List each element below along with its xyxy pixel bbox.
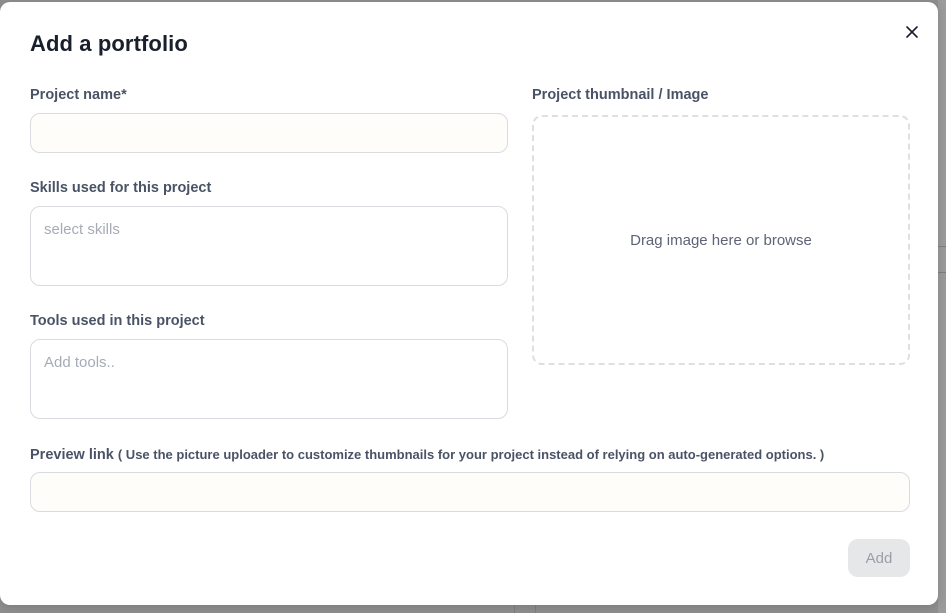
preview-link-input[interactable]	[30, 472, 910, 512]
project-name-input[interactable]	[30, 113, 508, 153]
skills-label: Skills used for this project	[30, 180, 212, 196]
preview-link-hint: ( Use the picture uploader to customize …	[117, 447, 825, 462]
thumbnail-label: Project thumbnail / Image	[532, 87, 709, 103]
add-portfolio-modal: Add a portfolio Project name* Skills use…	[0, 2, 938, 605]
image-dropzone[interactable]: Drag image here or browse	[532, 115, 910, 365]
dropzone-text: Drag image here or browse	[630, 231, 812, 249]
project-name-label: Project name*	[30, 87, 127, 103]
add-button[interactable]: Add	[848, 539, 910, 577]
modal-title: Add a portfolio	[30, 31, 188, 56]
backdrop-divider	[514, 604, 515, 613]
tools-label: Tools used in this project	[30, 313, 205, 329]
backdrop-divider	[535, 604, 536, 613]
close-icon	[906, 26, 918, 38]
backdrop-strip	[938, 0, 946, 613]
preview-link-label: Preview link ( Use the picture uploader …	[30, 447, 824, 463]
tools-input[interactable]	[30, 339, 508, 419]
preview-link-title: Preview link	[30, 447, 114, 463]
backdrop-divider	[938, 272, 946, 273]
close-button[interactable]	[900, 20, 924, 44]
skills-input[interactable]	[30, 206, 508, 286]
backdrop-divider	[938, 246, 946, 247]
